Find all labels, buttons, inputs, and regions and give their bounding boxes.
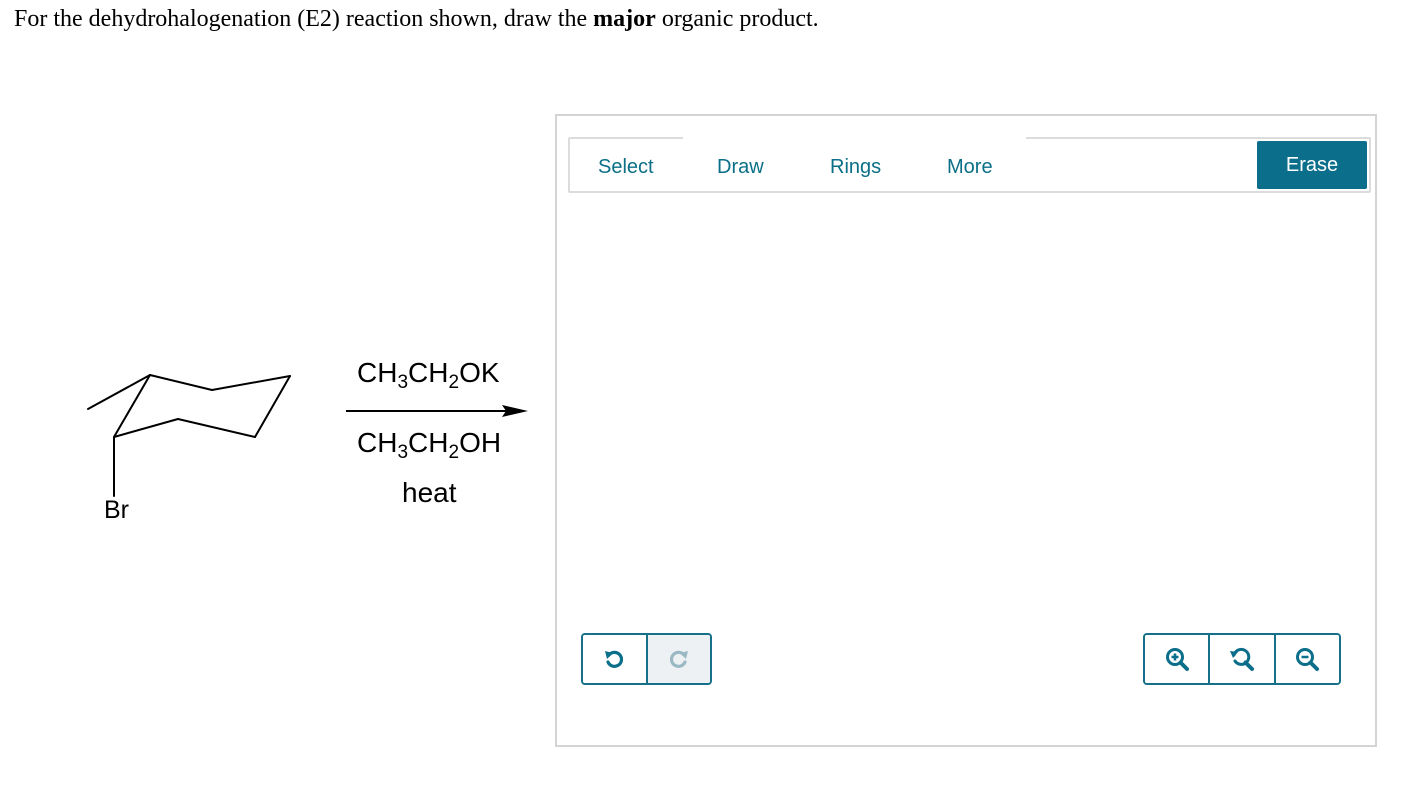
tab-more[interactable]: More [947, 153, 993, 181]
reagent-below: CH3CH2OH [357, 427, 502, 463]
tab-select[interactable]: Select [598, 153, 654, 181]
redo-icon [669, 650, 688, 668]
zoom-reset-icon [1229, 647, 1254, 671]
erase-button[interactable]: Erase [1257, 141, 1367, 189]
undo-button[interactable] [583, 635, 648, 683]
toolbar-divider-gap [683, 137, 1026, 139]
drawing-editor[interactable]: Select Draw Rings More Erase [555, 114, 1377, 747]
reaction-scheme: CH3CH2OK CH3CH2OH heat Br [0, 0, 560, 810]
reagent-above: CH3CH2OK [357, 357, 500, 393]
zoom-controls [1143, 633, 1341, 685]
reaction-arrow [346, 405, 528, 417]
zoom-in-button[interactable] [1145, 635, 1209, 683]
question-emphasis: major [593, 6, 656, 32]
bromine-label: Br [104, 496, 129, 524]
question-suffix: organic product. [655, 6, 819, 32]
history-controls [581, 633, 712, 685]
tab-draw[interactable]: Draw [717, 153, 764, 181]
editor-toolbar: Select Draw Rings More Erase [568, 137, 1371, 193]
undo-icon [605, 650, 624, 668]
tab-rings[interactable]: Rings [830, 153, 881, 181]
reaction-condition: heat [402, 477, 457, 508]
zoom-out-button[interactable] [1273, 635, 1339, 683]
cyclohexane-chair [87, 374, 291, 497]
zoom-reset-button[interactable] [1208, 635, 1274, 683]
zoom-out-icon [1296, 648, 1320, 671]
redo-button[interactable] [647, 635, 710, 683]
zoom-in-icon [1165, 648, 1189, 671]
reaction-drawing [87, 374, 528, 497]
